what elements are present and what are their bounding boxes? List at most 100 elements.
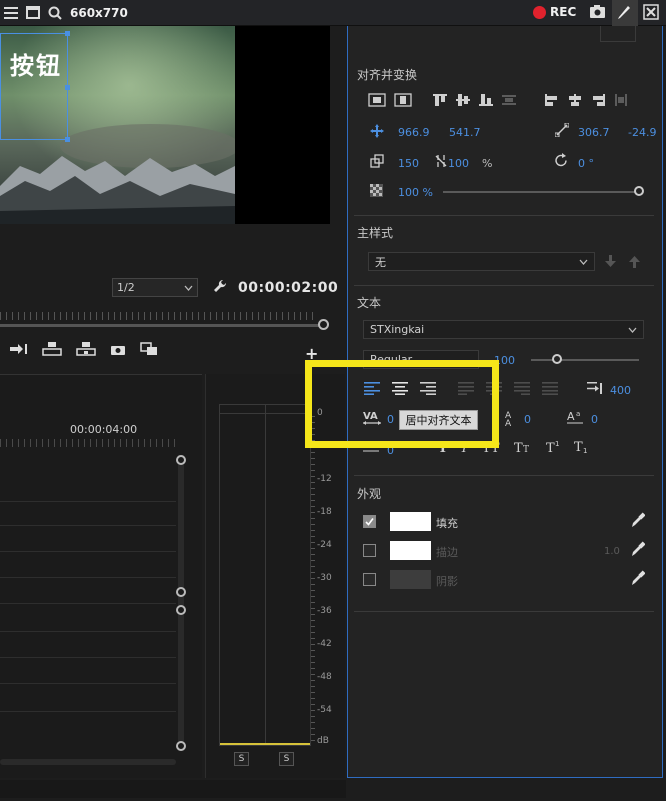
font-size-slider[interactable]: [531, 359, 639, 361]
zoom-value: 1/2: [117, 281, 135, 294]
align-center-icon[interactable]: [567, 93, 583, 110]
align-top-icon[interactable]: [432, 93, 448, 110]
close-icon[interactable]: [643, 4, 659, 23]
tab-width-value[interactable]: 400: [610, 384, 631, 397]
db-label: -24: [317, 540, 332, 550]
stroke-checkbox[interactable]: [363, 544, 376, 557]
shadow-label: 阴影: [436, 575, 458, 588]
fill-checkbox[interactable]: [363, 515, 376, 528]
svg-text:a: a: [576, 410, 580, 418]
kerning-value[interactable]: 0: [524, 413, 531, 426]
horizontal-scrollbar[interactable]: [0, 759, 176, 765]
overlay-title-text[interactable]: 按钮: [10, 46, 62, 81]
record-button[interactable]: REC: [533, 5, 576, 19]
panel-tab-stub[interactable]: [600, 26, 636, 42]
playback-scrubber[interactable]: [0, 312, 329, 330]
pen-icon[interactable]: [616, 4, 632, 23]
fill-eyedropper-icon[interactable]: [631, 512, 646, 531]
shadow-color-swatch[interactable]: [390, 570, 431, 589]
stroke-width-value[interactable]: 1.0: [604, 546, 620, 557]
rotation-value[interactable]: 0 °: [578, 157, 594, 170]
stroke-eyedropper-icon[interactable]: [631, 541, 646, 560]
unlink-scale-icon[interactable]: [435, 154, 447, 171]
step-forward-icon[interactable]: [10, 343, 28, 358]
zoom-select[interactable]: 1/2: [112, 278, 198, 297]
shadow-eyedropper-icon[interactable]: [631, 570, 646, 589]
anchor-point-icon: [554, 122, 570, 140]
record-label: REC: [550, 5, 577, 19]
svg-text:1: 1: [583, 447, 587, 453]
master-style-value: 无: [375, 255, 386, 269]
scroll-handle[interactable]: [176, 455, 186, 465]
opacity-value[interactable]: 100 %: [398, 186, 433, 199]
superscript-icon[interactable]: T1: [546, 440, 560, 456]
opacity-slider-knob[interactable]: [634, 186, 644, 196]
anchor-x-value[interactable]: 306.7: [578, 126, 610, 139]
hamburger-menu-icon[interactable]: [0, 0, 22, 26]
svg-text:T: T: [546, 441, 555, 453]
resize-handle[interactable]: [65, 85, 70, 90]
overwrite-clip-icon[interactable]: [76, 342, 96, 359]
export-frame-icon[interactable]: [110, 343, 126, 359]
align-vertical-center-icon[interactable]: [368, 93, 386, 110]
db-label: -18: [317, 507, 332, 517]
justify-all-icon: [542, 381, 558, 398]
align-horizontal-center-icon[interactable]: [394, 93, 412, 110]
push-style-up-icon: [629, 255, 640, 271]
push-style-down-icon: [605, 255, 616, 271]
fill-color-swatch[interactable]: [390, 512, 431, 531]
baseline-shift-value[interactable]: 0: [591, 413, 598, 426]
scroll-handle[interactable]: [176, 741, 186, 751]
baseline-shift-icon: Aa: [567, 409, 583, 428]
master-style-select[interactable]: 无: [368, 252, 595, 271]
vertical-scrollbar[interactable]: [178, 455, 184, 751]
subscript-icon[interactable]: T1: [574, 440, 588, 456]
meter-bars: [219, 404, 311, 746]
wrench-icon[interactable]: [212, 278, 228, 297]
scroll-handle[interactable]: [176, 605, 186, 615]
camera-icon[interactable]: [589, 4, 606, 22]
scroll-handle[interactable]: [176, 587, 186, 597]
align-bottom-icon[interactable]: [478, 93, 494, 110]
text-header: 文本: [357, 296, 382, 310]
video-preview[interactable]: 按钮: [0, 26, 330, 224]
small-caps-icon[interactable]: TT: [514, 440, 532, 456]
timeline-ruler[interactable]: [0, 439, 180, 447]
resize-handle[interactable]: [65, 31, 70, 36]
scrubber-track: [0, 324, 320, 327]
shadow-checkbox[interactable]: [363, 573, 376, 586]
scale-height-value[interactable]: 100: [448, 157, 469, 170]
svg-text:A: A: [505, 419, 512, 426]
position-y-value[interactable]: 541.7: [449, 126, 481, 139]
stroke-color-swatch[interactable]: [390, 541, 431, 560]
scrubber-playhead[interactable]: [318, 319, 329, 330]
search-zoom-icon[interactable]: [44, 0, 66, 26]
align-left-icon[interactable]: [544, 93, 560, 110]
font-size-slider-knob[interactable]: [552, 354, 562, 364]
comparison-view-icon[interactable]: [140, 342, 158, 359]
section-divider: [354, 475, 654, 476]
justify-right-icon: [514, 381, 530, 398]
svg-text:T: T: [523, 445, 529, 453]
align-row: [368, 93, 412, 110]
scrubber-ticks: [0, 312, 318, 320]
resize-handle[interactable]: [65, 137, 70, 142]
window-maximize-icon[interactable]: [22, 0, 44, 26]
solo-right-button[interactable]: S: [279, 752, 294, 766]
section-divider: [354, 285, 654, 286]
align-middle-icon[interactable]: [455, 93, 471, 110]
fill-label: 填充: [436, 517, 458, 530]
opacity-slider[interactable]: [443, 191, 639, 193]
kerning-icon: AA: [505, 410, 517, 429]
anchor-y-value[interactable]: -24.9: [628, 126, 656, 139]
position-x-value[interactable]: 966.9: [398, 126, 430, 139]
scale-icon: [370, 154, 384, 171]
db-label: -54: [317, 705, 332, 715]
insert-clip-icon[interactable]: [42, 342, 62, 359]
font-family-select[interactable]: STXingkai: [363, 320, 644, 339]
bottom-scroll-track[interactable]: [0, 780, 346, 798]
db-label: -30: [317, 573, 332, 583]
align-right-icon[interactable]: [590, 93, 606, 110]
scale-width-value[interactable]: 150: [398, 157, 419, 170]
solo-left-button[interactable]: S: [234, 752, 249, 766]
